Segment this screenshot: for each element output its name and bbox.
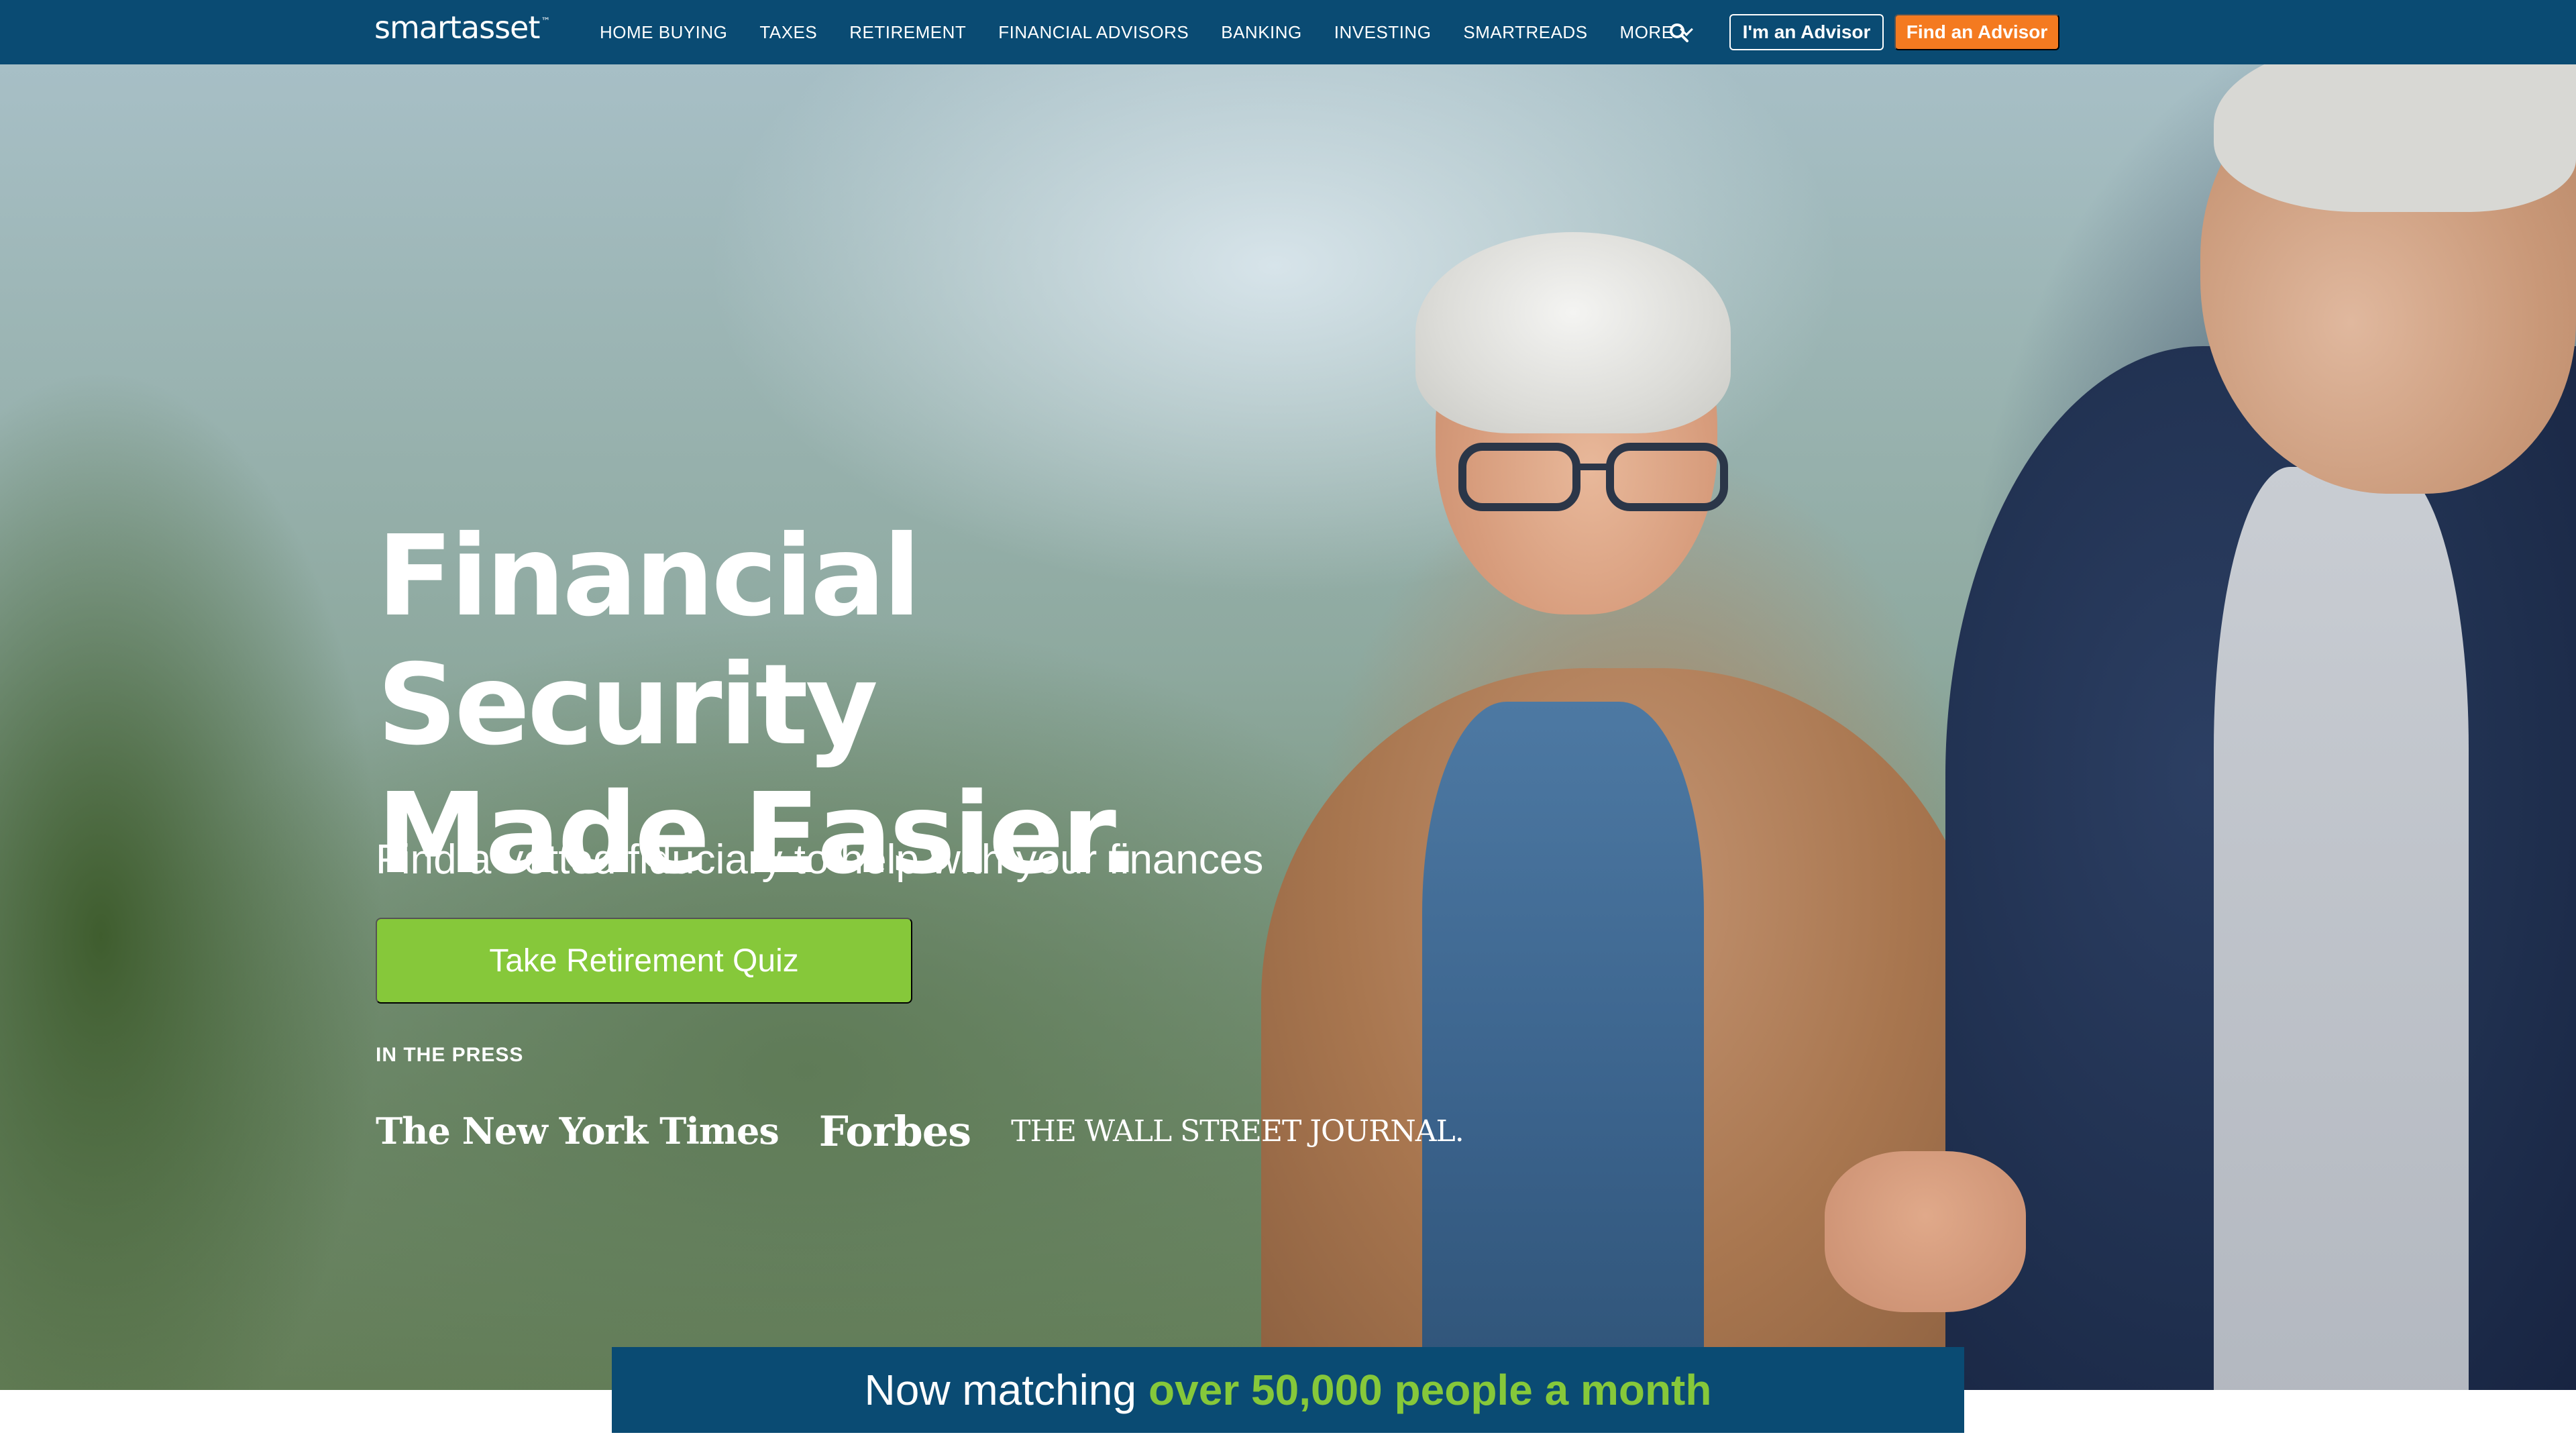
search-icon[interactable] xyxy=(1669,23,1689,43)
logo-text: smartasset xyxy=(374,9,540,46)
wsj-logo: THE WALL STREET JOURNAL. xyxy=(1011,1114,1464,1148)
nav-item-taxes[interactable]: TAXES xyxy=(759,22,817,43)
im-an-advisor-button[interactable]: I'm an Advisor xyxy=(1729,14,1884,50)
nav-item-retirement[interactable]: RETIREMENT xyxy=(849,22,966,43)
press-logos: The New York Times Forbes THE WALL STREE… xyxy=(376,1104,1464,1158)
photo-man-shirt xyxy=(2214,467,2469,1390)
nav-item-financial-advisors[interactable]: FINANCIAL ADVISORS xyxy=(998,22,1189,43)
banner-highlight: over 50,000 people a month xyxy=(1148,1366,1712,1414)
hero-subtitle: Find a vetted fiduciary to help with you… xyxy=(376,837,1264,883)
hero-headline-line-1: Financial Security xyxy=(377,512,921,770)
hero-section: Financial Security Made Easier. Find a v… xyxy=(0,64,2576,1390)
take-retirement-quiz-button[interactable]: Take Retirement Quiz xyxy=(376,918,912,1004)
main-menu: HOME BUYING TAXES RETIREMENT FINANCIAL A… xyxy=(600,0,1693,64)
nyt-logo: The New York Times xyxy=(376,1110,780,1152)
photo-glasses xyxy=(1458,443,1728,511)
in-the-press-label: IN THE PRESS xyxy=(376,1044,524,1066)
nav-item-investing[interactable]: INVESTING xyxy=(1334,22,1432,43)
matching-banner: Now matching over 50,000 people a month xyxy=(612,1347,1964,1433)
photo-woman-shirt xyxy=(1422,702,1704,1390)
top-navigation: smartasset ™ HOME BUYING TAXES RETIREMEN… xyxy=(0,0,2576,64)
photo-woman-hair xyxy=(1415,232,1731,433)
nav-item-home-buying[interactable]: HOME BUYING xyxy=(600,22,727,43)
nav-item-smartreads[interactable]: SMARTREADS xyxy=(1463,22,1587,43)
photo-man-hair xyxy=(2214,64,2576,212)
nav-item-banking[interactable]: BANKING xyxy=(1221,22,1302,43)
find-an-advisor-button[interactable]: Find an Advisor xyxy=(1894,14,2059,50)
smartasset-logo[interactable]: smartasset ™ xyxy=(374,9,550,55)
banner-prefix: Now matching xyxy=(864,1366,1137,1414)
nav-more-label: MORE xyxy=(1619,21,1674,42)
photo-joined-hands xyxy=(1825,1151,2026,1312)
forbes-logo: Forbes xyxy=(818,1106,971,1156)
logo-trademark: ™ xyxy=(541,16,550,27)
